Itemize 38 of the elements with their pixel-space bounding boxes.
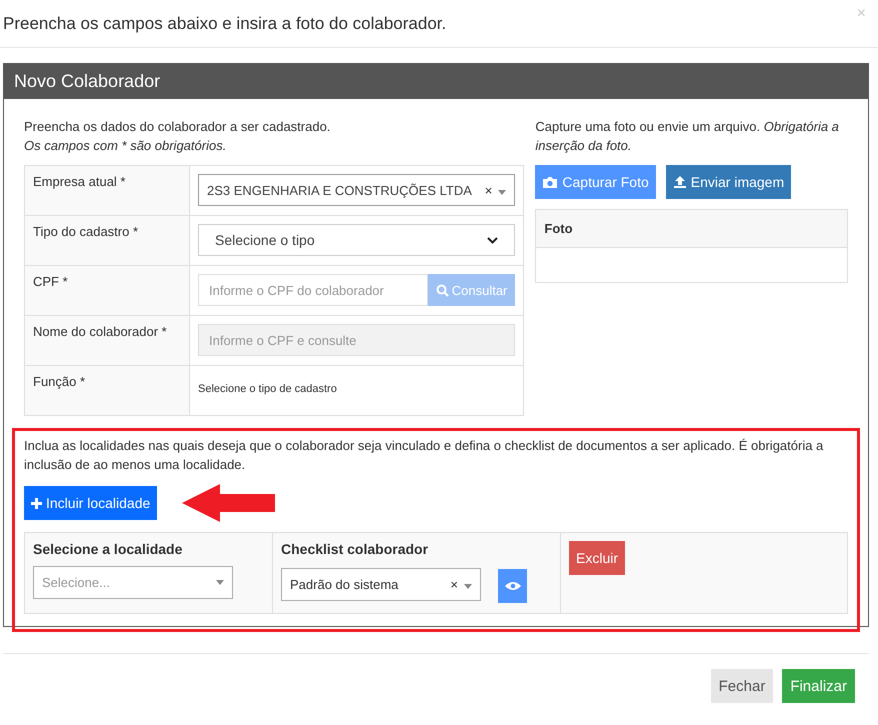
chevron-down-icon	[487, 236, 498, 244]
type-select[interactable]: Selecione o tipo	[198, 224, 516, 256]
clear-icon[interactable]: ×	[450, 577, 458, 592]
field-label: CPF *	[33, 274, 68, 289]
upload-image-button[interactable]: Enviar imagem	[666, 165, 792, 199]
delete-button[interactable]: Excluir	[569, 541, 626, 575]
field-label: Tipo do cadastro *	[33, 224, 138, 239]
finish-button[interactable]: Finalizar	[782, 669, 855, 703]
checklist-select[interactable]: Padrão do sistema ×	[281, 568, 481, 601]
caret-icon	[216, 580, 224, 585]
field-label: Função *	[33, 374, 86, 389]
arrow-icon	[182, 484, 276, 522]
clear-icon[interactable]: ×	[484, 182, 492, 198]
close-button[interactable]: Fechar	[710, 669, 774, 703]
photo-instructions: Capture uma foto ou envie um arquivo. Obrigatória a inserção da foto.	[535, 118, 840, 155]
capture-photo-button[interactable]: Capturar Foto	[535, 165, 656, 199]
eye-icon	[504, 581, 520, 591]
field-label: Empresa atual *	[33, 174, 126, 189]
plus-icon	[31, 498, 42, 508]
dialog-title: Preencha os campos abaixo e insira a foto do colaborador.	[3, 14, 446, 34]
view-button[interactable]	[498, 569, 527, 603]
camera-icon	[542, 176, 558, 188]
upload-icon	[672, 175, 687, 189]
column-header: Foto	[536, 210, 847, 248]
caret-icon	[464, 584, 472, 589]
column-header: Selecione a localidade	[33, 541, 184, 557]
search-icon	[436, 284, 449, 296]
column-header: Checklist colaborador	[281, 541, 430, 557]
panel-title: Novo Colaborador	[4, 64, 868, 99]
intro-text: Preencha os dados do colaborador a ser cadastrado.	[24, 118, 332, 136]
locations-instructions: Inclua as localidades nas quais deseja que o colaborador seja vinculado e defina o checklist de documentos a ser aplicado. É obrigatória a inclusão de ao menos uma localidade.	[24, 437, 824, 474]
function-hint: Selecione o tipo de cadastro	[198, 383, 337, 395]
add-location-button[interactable]: Incluir localidade	[24, 486, 158, 520]
company-select[interactable]: 2S3 ENGENHARIA E CONSTRUÇÕES LTDA ×	[198, 174, 516, 206]
caret-icon	[498, 190, 506, 194]
location-select[interactable]: Selecione...	[33, 566, 233, 599]
required-note: Os campos com * são obrigatórios.	[24, 137, 228, 155]
field-label: Nome do colaborador *	[33, 324, 167, 339]
